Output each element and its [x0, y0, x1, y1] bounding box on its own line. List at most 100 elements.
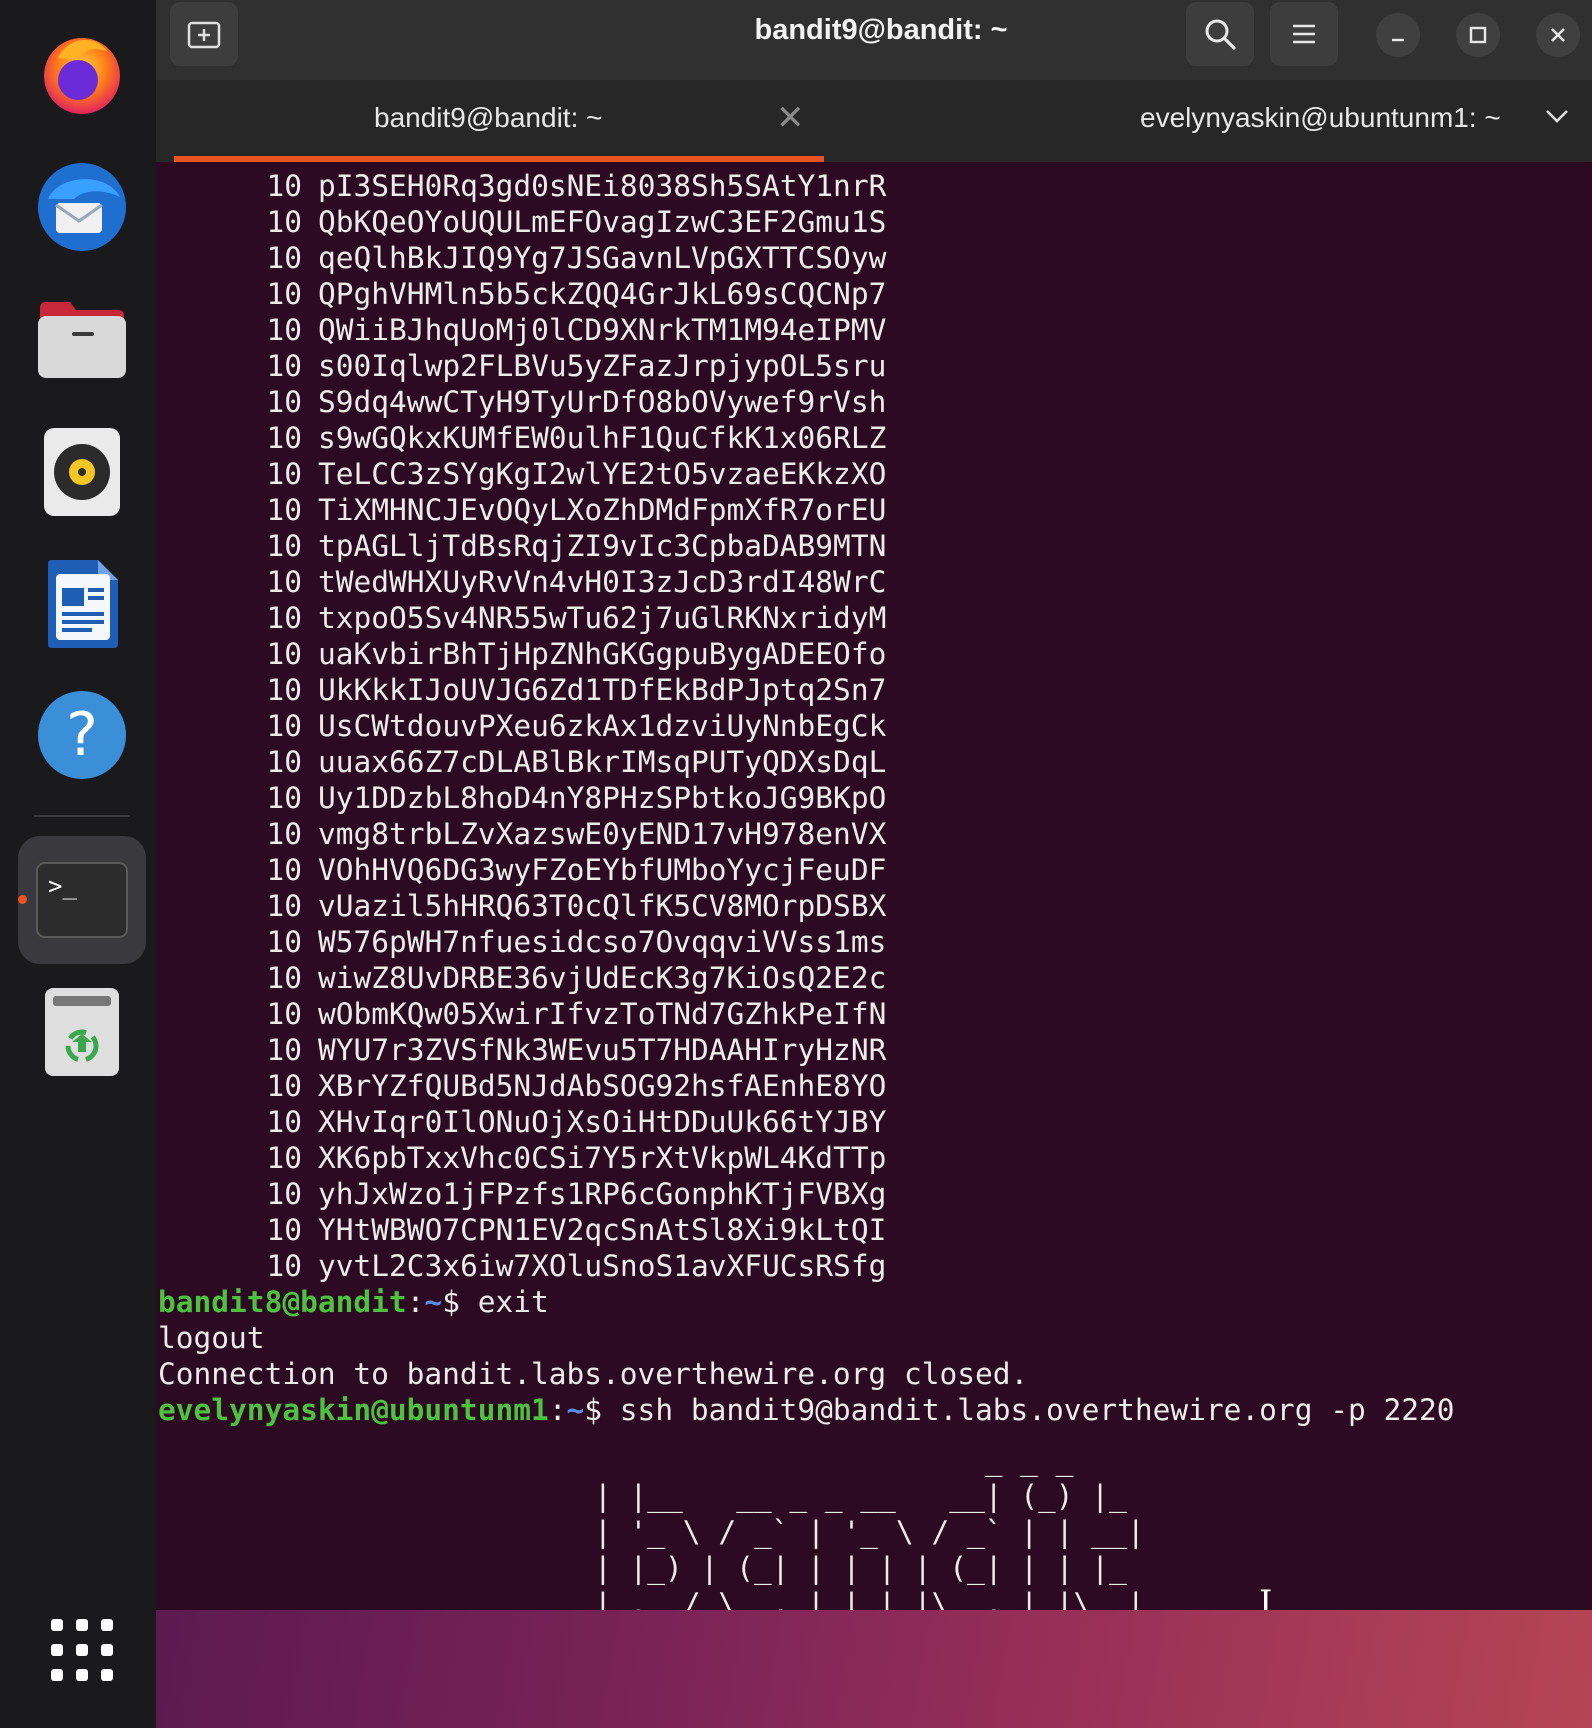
search-button[interactable] — [1186, 2, 1254, 66]
close-window-button[interactable] — [1536, 13, 1580, 57]
uniq-count-line: 10 WYU7r3ZVSfNk3WEvu5T7HDAAHIryHzNR — [158, 1032, 1455, 1068]
uniq-count-line: 10 tWedWHXUyRvVn4vH0I3zJcD3rdI48WrC — [158, 564, 1455, 600]
uniq-count-line: 10 vUazil5hHRQ63T0cQlfK5CV8MOrpDSBX — [158, 888, 1455, 924]
password-string: wiwZ8UvDRBE36vjUdEcK3g7KiOsQ2E2c — [318, 961, 887, 995]
svg-text:?: ? — [66, 700, 98, 770]
password-string: TeLCC3zSYgKgI2wlYE2tO5vzaeEKkzXO — [318, 457, 887, 491]
banner-line: | |_) | (_| | | | | (_| | | |_ — [594, 1551, 1127, 1585]
tab-label: bandit9@bandit: ~ — [374, 102, 603, 133]
uniq-count-line: 10 qeQlhBkJIQ9Yg7JSGavnLVpGXTTCSOyw — [158, 240, 1455, 276]
uniq-count-line: 10 s9wGQkxKUMfEW0ulhF1QuCfkK1x06RLZ — [158, 420, 1455, 456]
line-count: 10 — [266, 817, 302, 851]
password-string: WYU7r3ZVSfNk3WEvu5T7HDAAHIryHzNR — [318, 1033, 887, 1067]
uniq-count-line: 10 txpoO5Sv4NR55wTu62j7uGlRKNxridyM — [158, 600, 1455, 636]
line-count: 10 — [266, 277, 302, 311]
password-string: UsCWtdouvPXeu6zkAx1dzviUyNnbEgCk — [318, 709, 887, 743]
text-cursor-icon: I — [1259, 1583, 1273, 1610]
line-count: 10 — [266, 565, 302, 599]
line-count: 10 — [266, 457, 302, 491]
prompt-sep: : — [406, 1285, 425, 1319]
maximize-button[interactable] — [1456, 13, 1500, 57]
password-string: uuax66Z7cDLABlBkrIMsqPUTyQDXsDqL — [318, 745, 887, 779]
writer-icon[interactable] — [30, 552, 134, 656]
uniq-count-line: 10 Uy1DDzbL8hoD4nY8PHzSPbtkoJG9BKpO — [158, 780, 1455, 816]
password-string: W576pWH7nfuesidcso7OvqqviVVss1ms — [318, 925, 887, 959]
svg-text:>_: >_ — [48, 872, 77, 900]
line-count: 10 — [266, 493, 302, 527]
banner-line: | |__ __ _ _ __ __| (_) |_ — [594, 1479, 1127, 1513]
output-line: Connection to bandit.labs.overthewire.or… — [158, 1357, 1029, 1391]
password-string: vUazil5hHRQ63T0cQlfK5CV8MOrpDSBX — [318, 889, 887, 923]
password-string: XBrYZfQUBd5NJdAbSOG92hsfAEnhE8YO — [318, 1069, 887, 1103]
line-count: 10 — [266, 1213, 302, 1247]
tab-evelynyaskin[interactable]: evelynyaskin@ubuntunm1: ~ ✕ — [836, 80, 1536, 162]
uniq-count-line: 10 yhJxWzo1jFPzfs1RP6cGonphKTjFVBXg — [158, 1176, 1455, 1212]
line-count: 10 — [266, 1141, 302, 1175]
password-string: S9dq4wwCTyH9TyUrDfO8bOVywef9rVsh — [318, 385, 887, 419]
password-string: Uy1DDzbL8hoD4nY8PHzSPbtkoJG9BKpO — [318, 781, 887, 815]
line-count: 10 — [266, 169, 302, 203]
rhythmbox-icon[interactable] — [30, 420, 134, 524]
line-count: 10 — [266, 241, 302, 275]
uniq-count-line: 10 VOhHVQ6DG3wyFZoEYbfUMboYycjFeuDF — [158, 852, 1455, 888]
uniq-count-line: 10 W576pWH7nfuesidcso7OvqqviVVss1ms — [158, 924, 1455, 960]
uniq-count-line: 10 TeLCC3zSYgKgI2wlYE2tO5vzaeEKkzXO — [158, 456, 1455, 492]
help-icon[interactable]: ? — [30, 683, 134, 787]
password-string: uaKvbirBhTjHpZNhGKGgpuBygADEEOfo — [318, 637, 887, 671]
banner-line: |_.__/ \__,_|_| |_|\__,_|_|\__| — [594, 1587, 1145, 1610]
files-icon[interactable] — [30, 288, 134, 392]
password-string: wObmKQw05XwirIfvzToTNd7GZhkPeIfN — [318, 997, 887, 1031]
uniq-count-line: 10 yvtL2C3x6iw7XOluSnoS1avXFUCsRSfg — [158, 1248, 1455, 1284]
terminal-output[interactable]: 10 pI3SEH0Rq3gd0sNEi8038Sh5SAtY1nrR 10 QbKQ… — [156, 162, 1592, 1610]
command-text: exit — [477, 1285, 549, 1319]
terminal-icon[interactable]: >_ — [30, 848, 134, 952]
dock-separator — [34, 815, 130, 817]
prompt-path: ~ — [424, 1285, 443, 1319]
uniq-count-line: 10 uaKvbirBhTjHpZNhGKGgpuBygADEEOfo — [158, 636, 1455, 672]
tab-list-button[interactable] — [1544, 108, 1570, 128]
trash-icon[interactable] — [30, 980, 134, 1084]
minimize-button[interactable] — [1376, 13, 1420, 57]
thunderbird-icon[interactable] — [30, 155, 134, 259]
search-icon — [1205, 19, 1236, 50]
line-count: 10 — [266, 385, 302, 419]
hamburger-menu-icon — [1293, 24, 1315, 44]
line-count: 10 — [266, 205, 302, 239]
prompt-user-host: bandit8@bandit — [158, 1285, 407, 1319]
line-count: 10 — [266, 853, 302, 887]
line-count: 10 — [266, 925, 302, 959]
banner-line: | '_ \ / _` | '_ \ / _` | | __| — [594, 1515, 1145, 1549]
line-count: 10 — [266, 637, 302, 671]
running-indicator — [18, 895, 27, 904]
uniq-count-line: 10 S9dq4wwCTyH9TyUrDfO8bOVywef9rVsh — [158, 384, 1455, 420]
close-icon — [1551, 28, 1565, 42]
banner-line: _ _ _ — [594, 1443, 1074, 1477]
password-string: qeQlhBkJIQ9Yg7JSGavnLVpGXTTCSOyw — [318, 241, 887, 275]
password-string: VOhHVQ6DG3wyFZoEYbfUMboYycjFeuDF — [318, 853, 887, 887]
chevron-down-icon — [1546, 110, 1568, 123]
tab-close-icon[interactable]: ✕ — [776, 98, 805, 138]
ascii-banner: _ _ _ | |__ __ _ _ __ __| (_) |_ | '_ \ / … — [594, 1442, 1145, 1610]
uniq-count-line: 10 XK6pbTxxVhc0CSi7Y5rXtVkpWL4KdTTp — [158, 1140, 1455, 1176]
password-string: s9wGQkxKUMfEW0ulhF1QuCfkK1x06RLZ — [318, 421, 887, 455]
password-string: QPghVHMln5b5ckZQQ4GrJkL69sCQCNp7 — [318, 277, 887, 311]
prompt-symbol: $ — [442, 1285, 478, 1319]
password-string: YHtWBWO7CPN1EV2qcSnAtSl8Xi9kLtQI — [318, 1213, 887, 1247]
line-count: 10 — [266, 709, 302, 743]
prompt-path: ~ — [566, 1393, 585, 1427]
menu-button[interactable] — [1270, 2, 1338, 66]
line-count: 10 — [266, 1033, 302, 1067]
line-count: 10 — [266, 1069, 302, 1103]
line-count: 10 — [266, 889, 302, 923]
uniq-count-line: 10 QWiiBJhqUoMj0lCD9XNrkTM1M94eIPMV — [158, 312, 1455, 348]
show-apps-icon[interactable] — [30, 1598, 134, 1702]
uniq-count-line: 10 pI3SEH0Rq3gd0sNEi8038Sh5SAtY1nrR — [158, 168, 1455, 204]
password-string: QbKQeOYoUQULmEFOvagIzwC3EF2Gmu1S — [318, 205, 887, 239]
prompt-line: evelynyaskin@ubuntunm1:~$ ssh bandit9@ba… — [158, 1392, 1455, 1428]
dock: ? >_ — [0, 0, 156, 1728]
line-count: 10 — [266, 673, 302, 707]
line-count: 10 — [266, 961, 302, 995]
tab-bandit9[interactable]: bandit9@bandit: ~ ✕ — [156, 80, 836, 162]
line-count: 10 — [266, 781, 302, 815]
firefox-icon[interactable] — [30, 20, 134, 124]
